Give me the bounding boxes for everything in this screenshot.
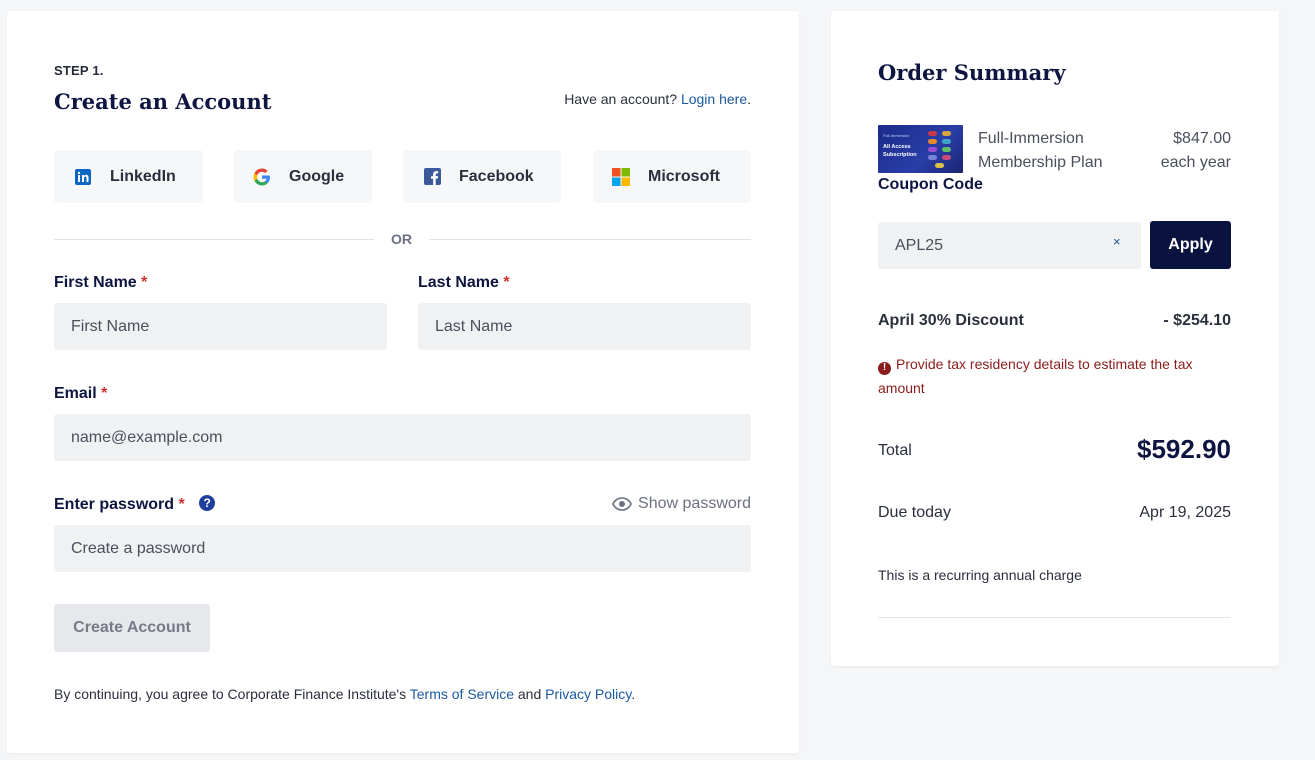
last-name-label-text: Last Name xyxy=(418,274,499,291)
order-summary-title: Order Summary xyxy=(878,60,1066,85)
thumb-badge xyxy=(935,163,944,168)
create-account-card: STEP 1. Create an Account Have an accoun… xyxy=(7,11,799,753)
google-icon xyxy=(253,168,271,186)
terms-and: and xyxy=(517,686,542,702)
discount-label: April 30% Discount xyxy=(878,312,1024,329)
tax-warning-text: Provide tax residency details to estimat… xyxy=(878,356,1193,396)
email-input[interactable]: name@example.com xyxy=(54,414,751,461)
clear-coupon-icon[interactable]: × xyxy=(1113,234,1121,249)
facebook-button[interactable]: Facebook xyxy=(403,150,561,203)
thumb-badge xyxy=(942,155,951,160)
required-mark: * xyxy=(141,274,148,291)
product-name-line-1: Full-Immersion xyxy=(978,130,1084,147)
alert-icon: ! xyxy=(878,361,891,375)
discount-value: - $254.10 xyxy=(1163,312,1231,329)
help-icon[interactable]: ? xyxy=(199,494,216,511)
password-input[interactable]: Create a password xyxy=(54,525,751,572)
thumb-badge xyxy=(942,131,951,136)
linkedin-icon xyxy=(74,168,92,186)
thumb-line-1: All Access xyxy=(883,144,911,150)
coupon-code-label: Coupon Code xyxy=(878,176,983,193)
create-account-button[interactable]: Create Account xyxy=(54,604,210,652)
linkedin-button[interactable]: LinkedIn xyxy=(54,150,203,203)
required-mark: * xyxy=(503,274,510,291)
microsoft-icon xyxy=(612,167,630,186)
divider-left xyxy=(54,239,374,240)
due-today-label: Due today xyxy=(878,504,951,521)
terms-text: By continuing, you agree to Corporate Fi… xyxy=(54,686,635,702)
divider-right xyxy=(429,239,751,240)
have-account-label: Have an account? xyxy=(564,91,678,107)
login-link[interactable]: Login here xyxy=(681,91,747,107)
facebook-icon xyxy=(423,168,441,186)
have-account-text: Have an account? Login here. xyxy=(564,91,751,107)
product-price-period: each year xyxy=(1160,154,1231,171)
product-thumbnail: Full-Immersion All Access Subscription xyxy=(878,125,963,173)
required-mark: * xyxy=(178,496,185,513)
thumb-line-2: Subscription xyxy=(883,152,917,158)
google-button[interactable]: Google xyxy=(234,150,372,203)
first-name-label-text: First Name xyxy=(54,274,137,291)
thumb-badge xyxy=(928,155,937,160)
email-label-text: Email xyxy=(54,385,97,402)
microsoft-button[interactable]: Microsoft xyxy=(593,150,751,203)
password-label-text: Enter password xyxy=(54,496,175,513)
product-name-line-2: Membership Plan xyxy=(978,154,1103,171)
google-label: Google xyxy=(289,167,345,185)
summary-divider xyxy=(878,617,1230,618)
apply-coupon-button[interactable]: Apply xyxy=(1150,221,1231,269)
email-label: Email * xyxy=(54,385,107,403)
password-label: Enter password * ? xyxy=(54,494,216,514)
linkedin-label: LinkedIn xyxy=(110,167,176,185)
step-label: STEP 1. xyxy=(54,63,104,78)
page-title: Create an Account xyxy=(54,89,272,114)
privacy-policy-link[interactable]: Privacy Policy xyxy=(545,686,631,702)
thumb-badge xyxy=(928,139,937,144)
thumb-badge xyxy=(928,131,937,136)
required-mark: * xyxy=(101,385,108,402)
terms-of-service-link[interactable]: Terms of Service xyxy=(410,686,514,702)
recurring-charge-note: This is a recurring annual charge xyxy=(878,567,1082,583)
due-today-value: Apr 19, 2025 xyxy=(1139,504,1231,521)
order-summary-card: Order Summary Full-Immersion All Access … xyxy=(831,11,1279,666)
product-price-value: $847.00 xyxy=(1173,130,1231,147)
last-name-input[interactable]: Last Name xyxy=(418,303,751,350)
product-name: Full-Immersion Membership Plan xyxy=(978,127,1103,175)
eye-icon xyxy=(612,497,632,511)
tax-warning: ! Provide tax residency details to estima… xyxy=(878,352,1230,400)
thumb-small-text: Full-Immersion xyxy=(883,133,910,138)
show-password-toggle[interactable]: Show password xyxy=(612,495,751,513)
thumb-title: All Access Subscription xyxy=(883,143,917,159)
first-name-label: First Name * xyxy=(54,274,147,292)
or-divider-text: OR xyxy=(391,231,412,247)
thumb-badge xyxy=(942,139,951,144)
last-name-label: Last Name * xyxy=(418,274,510,292)
thumb-badge xyxy=(928,147,937,152)
total-label: Total xyxy=(878,442,912,459)
product-price: $847.00 each year xyxy=(1161,127,1231,175)
terms-end: . xyxy=(631,686,636,702)
terms-prefix: By continuing, you agree to Corporate Fi… xyxy=(54,686,407,702)
coupon-code-input[interactable]: APL25 xyxy=(878,222,1141,269)
thumb-badge xyxy=(942,147,951,152)
total-value: $592.90 xyxy=(1137,434,1231,464)
login-punct: . xyxy=(747,91,751,107)
microsoft-label: Microsoft xyxy=(648,167,720,185)
show-password-label: Show password xyxy=(638,495,751,512)
facebook-label: Facebook xyxy=(459,167,534,185)
first-name-input[interactable]: First Name xyxy=(54,303,387,350)
